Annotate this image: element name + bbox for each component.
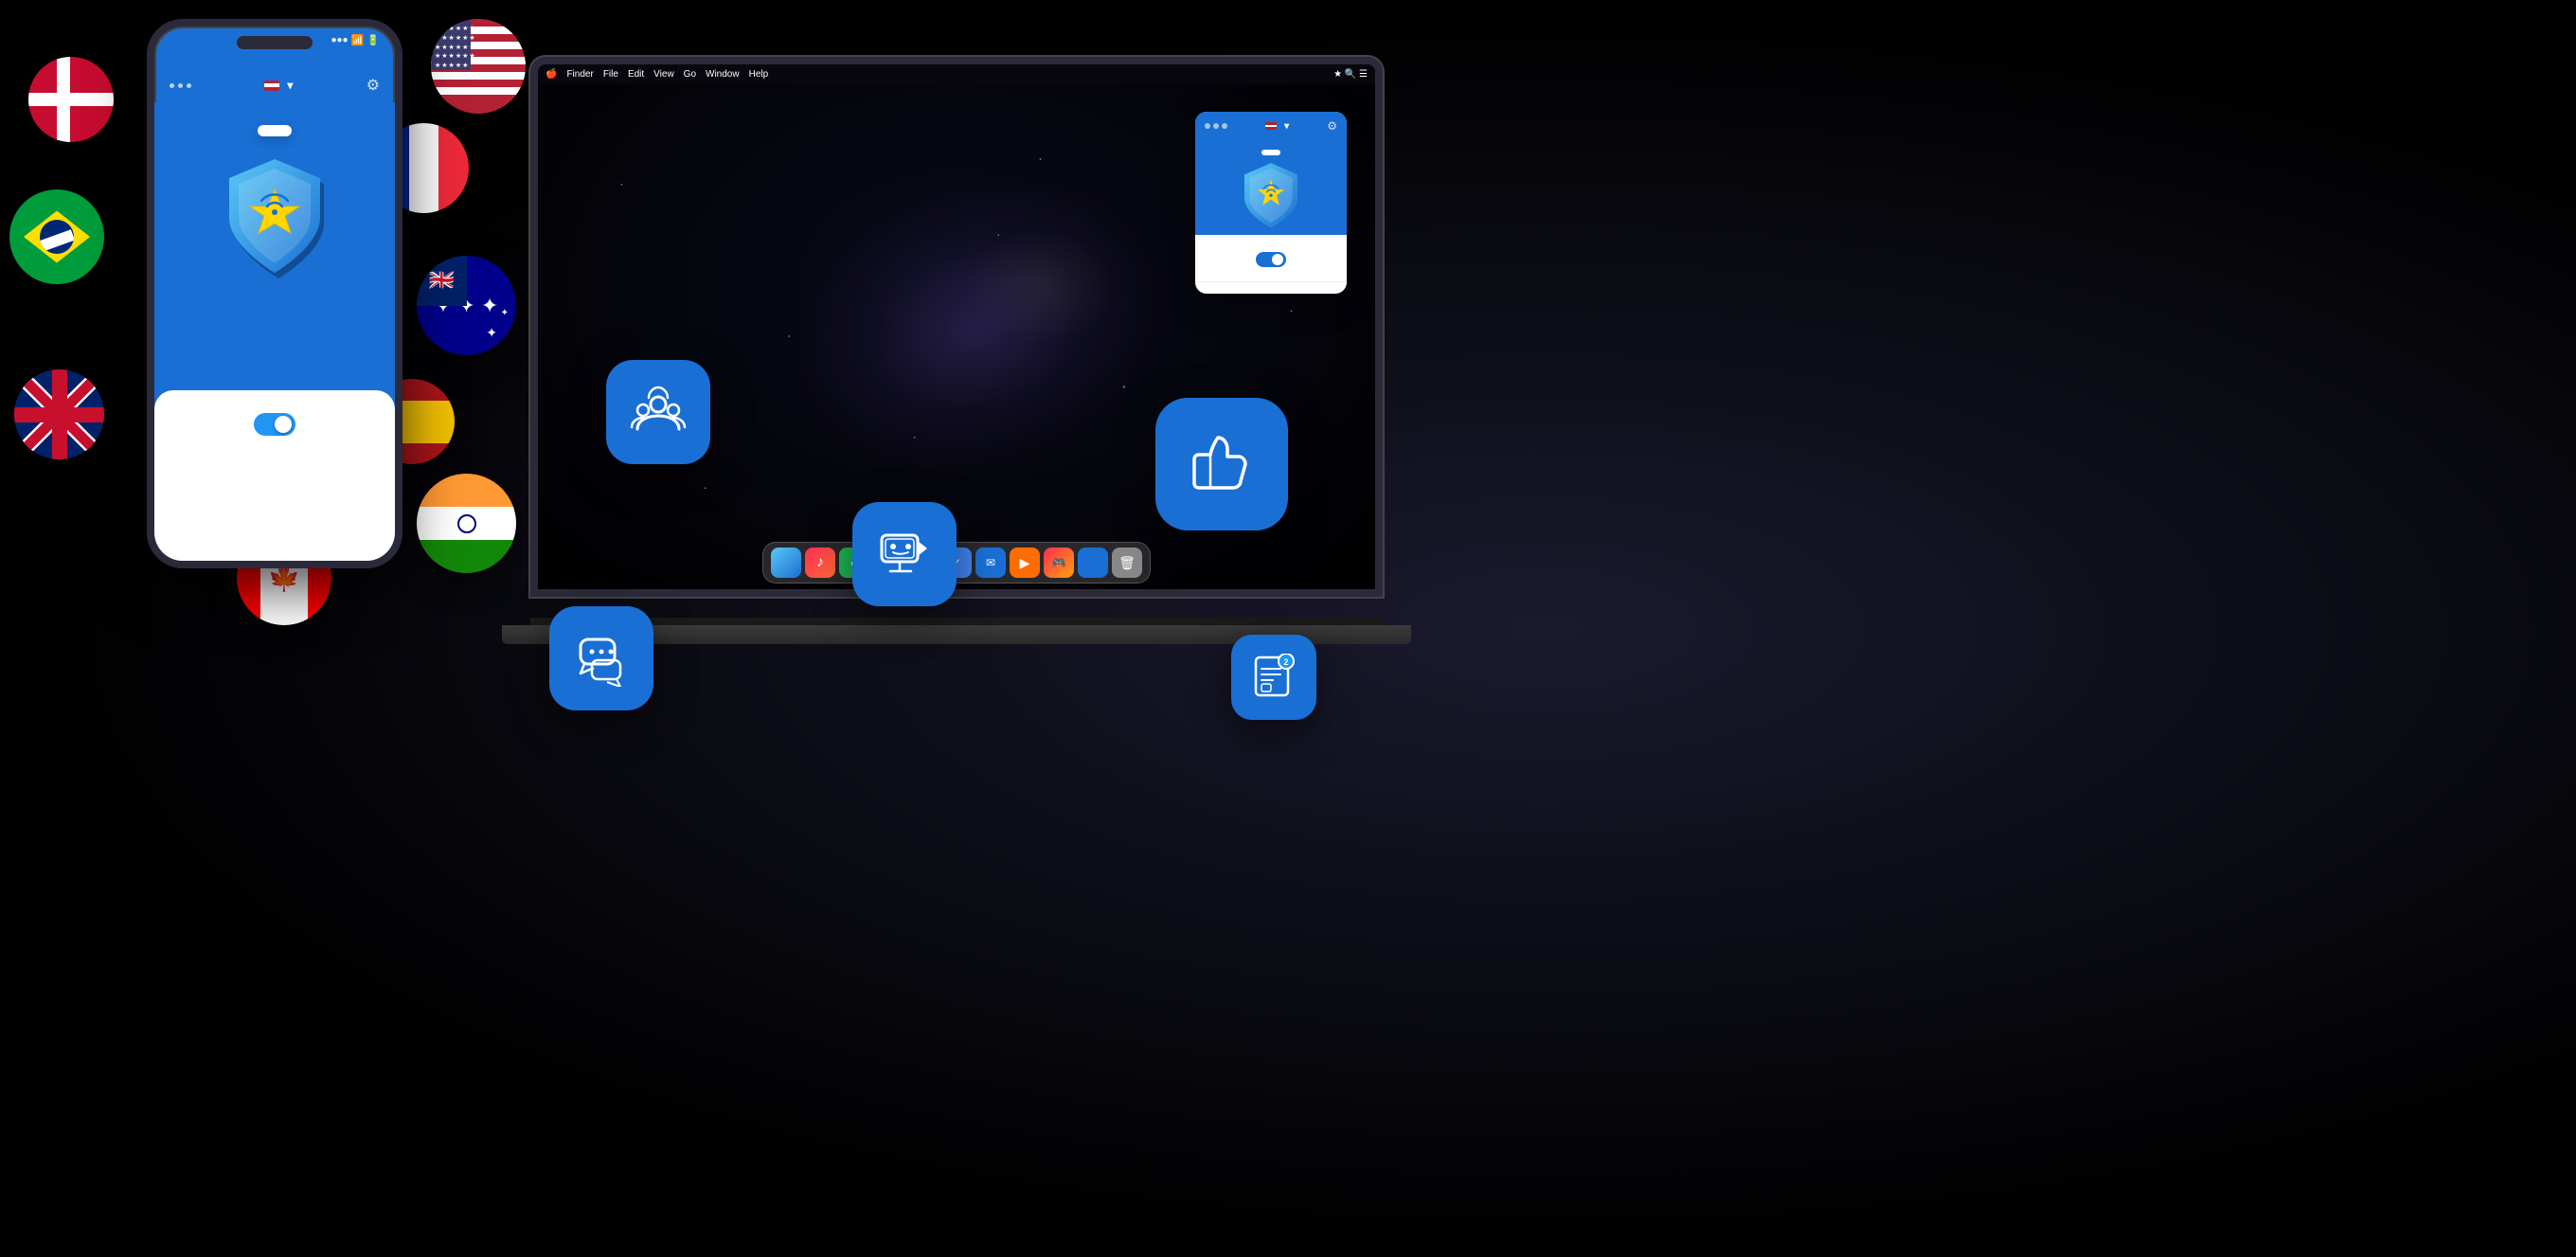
phone-settings-icon[interactable]: ⚙: [367, 76, 380, 95]
app-icon-video[interactable]: [852, 502, 957, 606]
app-icon-thumbsup[interactable]: [1155, 398, 1288, 530]
flag-denmark: [28, 57, 114, 142]
laptop-device: 🍎 Finder File Edit View Go Window Help ★…: [530, 57, 1383, 644]
dock-files-blue[interactable]: [1078, 548, 1108, 578]
vpn-popup-header: ▾ ⚙: [1195, 112, 1347, 140]
menu-right: ★ 🔍 ☰: [1333, 69, 1368, 80]
menu-view[interactable]: View: [653, 69, 674, 80]
vpn-popup-location: ▾: [1265, 121, 1289, 132]
connected-badge: [258, 125, 292, 136]
vpn-toggle-row: [254, 413, 295, 436]
phone-header: ▾ ⚙: [154, 76, 395, 95]
app-icon-social[interactable]: [606, 360, 710, 464]
vpn-popup-connected-badge: [1261, 150, 1280, 155]
dock-finder[interactable]: [771, 548, 801, 578]
vpn-popup-white-section: [1195, 242, 1347, 281]
flag-usa: ★★★★★★★★★★★★★★★★★★★★★★★★★★★★★: [431, 19, 526, 114]
menu-go[interactable]: Go: [684, 69, 696, 80]
menu-file[interactable]: File: [603, 69, 618, 80]
laptop-hinge: [530, 618, 1383, 625]
menu-window[interactable]: Window: [706, 69, 740, 80]
svg-text:2: 2: [1283, 657, 1288, 667]
app-icon-news[interactable]: 2: [1231, 635, 1316, 720]
flag-uk: [14, 369, 104, 459]
laptop-menubar: 🍎 Finder File Edit View Go Window Help ★…: [538, 64, 1375, 83]
menu-edit[interactable]: Edit: [628, 69, 644, 80]
vpn-shield: [218, 152, 331, 284]
dock-mail[interactable]: ✉: [975, 548, 1006, 578]
phone-menu-dots[interactable]: [170, 83, 191, 88]
phone-white-section: [154, 390, 395, 561]
dock-music[interactable]: ♪: [805, 548, 835, 578]
phone-device: ●●● 📶 🔋 ▾ ⚙: [147, 19, 402, 568]
flag-india: [417, 474, 516, 573]
dock-apps[interactable]: ▶: [1010, 548, 1040, 578]
vpn-popup-body: [1195, 140, 1347, 235]
flag-australia: 🇬🇧 ✦ ✦ ✦ ✦ ✦: [417, 256, 516, 355]
vpn-popup-gear-icon[interactable]: ⚙: [1327, 119, 1337, 133]
vpn-popup-dots: [1205, 123, 1227, 129]
dock-trash[interactable]: 🗑: [1112, 548, 1142, 578]
dock-arcade[interactable]: 🎮: [1044, 548, 1074, 578]
vpn-toggle[interactable]: [254, 413, 295, 436]
app-icon-chat[interactable]: [549, 606, 653, 710]
phone-location: ▾: [264, 79, 293, 92]
flag-brazil: [9, 189, 104, 284]
menu-finder[interactable]: Finder: [566, 69, 593, 80]
vpn-popup: ▾ ⚙: [1195, 112, 1347, 294]
menu-help[interactable]: Help: [749, 69, 769, 80]
vpn-popup-toggle[interactable]: [1256, 252, 1286, 267]
vpn-popup-footer: [1195, 281, 1347, 294]
phone-status-bar: ●●● 📶 🔋: [170, 34, 380, 46]
laptop-dock: ♪ ● 📹 🌐 ✓ ✉ ▶ 🎮 🗑: [762, 542, 1151, 584]
apple-logo: 🍎: [546, 69, 557, 80]
